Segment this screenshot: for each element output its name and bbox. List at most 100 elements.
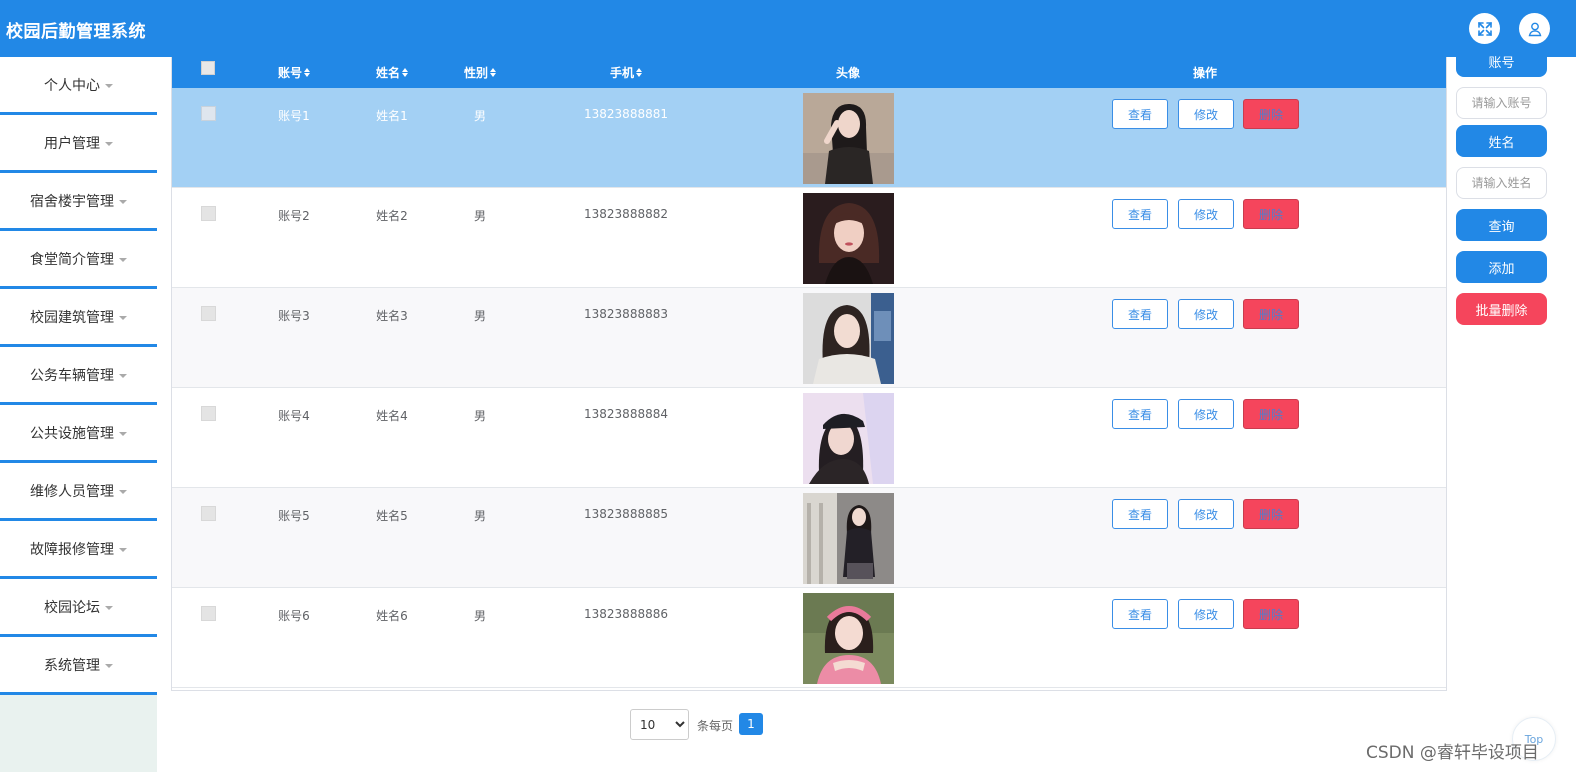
caret-down-icon <box>119 431 127 436</box>
delete-button[interactable]: 删除 <box>1243 499 1299 529</box>
caret-down-icon <box>119 547 127 552</box>
table-row[interactable]: 账号5 姓名5 男 13823888885 查看 修改 删除 <box>172 488 1446 588</box>
edit-button[interactable]: 修改 <box>1178 199 1234 229</box>
edit-button[interactable]: 修改 <box>1178 599 1234 629</box>
sidebar-item-user-management[interactable]: 用户管理 <box>0 115 157 173</box>
cell-name: 姓名5 <box>376 509 408 523</box>
cell-phone: 13823888884 <box>584 407 668 421</box>
table-row[interactable]: 账号1 姓名1 男 13823888881 查看 修改 删除 <box>172 88 1446 188</box>
table-row[interactable]: 账号4 姓名4 男 13823888884 查看 修改 删除 <box>172 388 1446 488</box>
row-checkbox[interactable] <box>201 206 216 221</box>
avatar-image <box>803 593 894 684</box>
sidebar-item-label: 校园建筑管理 <box>30 309 114 326</box>
row-checkbox[interactable] <box>201 606 216 621</box>
caret-down-icon <box>105 141 113 146</box>
view-button[interactable]: 查看 <box>1112 99 1168 129</box>
edit-button[interactable]: 修改 <box>1178 399 1234 429</box>
sidebar-item-campus-forum[interactable]: 校园论坛 <box>0 579 157 637</box>
sidebar-item-label: 故障报修管理 <box>30 541 114 558</box>
user-icon <box>1528 22 1541 36</box>
avatar-image <box>803 193 894 284</box>
sidebar-item-repairman-management[interactable]: 维修人员管理 <box>0 463 157 521</box>
edit-button[interactable]: 修改 <box>1178 99 1234 129</box>
page-size-select[interactable]: 10 <box>630 709 689 740</box>
cell-account: 账号1 <box>278 109 310 123</box>
select-all-checkbox[interactable] <box>201 61 215 75</box>
sidebar-item-canteen-management[interactable]: 食堂简介管理 <box>0 231 157 289</box>
sort-icon <box>402 68 408 77</box>
caret-down-icon <box>119 489 127 494</box>
row-checkbox[interactable] <box>201 506 216 521</box>
table-row[interactable]: 账号2 姓名2 男 13823888882 查看 修改 删除 <box>172 188 1446 288</box>
watermark: CSDN @睿轩毕设项目 <box>1366 743 1539 763</box>
caret-down-icon <box>119 199 127 204</box>
page-number-button[interactable]: 1 <box>739 713 763 735</box>
fullscreen-button[interactable] <box>1469 13 1500 44</box>
sidebar-item-personal-center[interactable]: 个人中心 <box>0 57 157 115</box>
column-header-gender[interactable]: 性别 <box>450 57 510 88</box>
sidebar-item-label: 个人中心 <box>44 77 100 94</box>
column-header-phone[interactable]: 手机 <box>596 57 656 88</box>
view-button[interactable]: 查看 <box>1112 599 1168 629</box>
cell-gender: 男 <box>473 109 487 123</box>
delete-button[interactable]: 删除 <box>1243 299 1299 329</box>
table-header: 账号 姓名 性别 手机 头像 操作 <box>172 57 1446 88</box>
sidebar-item-building-management[interactable]: 校园建筑管理 <box>0 289 157 347</box>
cell-gender: 男 <box>473 409 487 423</box>
sidebar-item-vehicle-management[interactable]: 公务车辆管理 <box>0 347 157 405</box>
view-button[interactable]: 查看 <box>1112 299 1168 329</box>
cell-name: 姓名6 <box>376 609 408 623</box>
batch-delete-button[interactable]: 批量删除 <box>1456 293 1547 325</box>
cell-gender: 男 <box>473 509 487 523</box>
view-button[interactable]: 查看 <box>1112 199 1168 229</box>
delete-button[interactable]: 删除 <box>1243 599 1299 629</box>
caret-down-icon <box>105 663 113 668</box>
cell-name: 姓名4 <box>376 409 408 423</box>
cell-phone: 13823888881 <box>584 107 668 121</box>
edit-button[interactable]: 修改 <box>1178 499 1234 529</box>
avatar-image <box>803 493 894 584</box>
column-header-name[interactable]: 姓名 <box>362 57 422 88</box>
sidebar-item-label: 校园论坛 <box>44 599 100 616</box>
cell-name: 姓名2 <box>376 209 408 223</box>
edit-button[interactable]: 修改 <box>1178 299 1234 329</box>
view-button[interactable]: 查看 <box>1112 499 1168 529</box>
table-row[interactable]: 账号3 姓名3 男 13823888883 查看 修改 删除 <box>172 288 1446 388</box>
column-header-avatar: 头像 <box>835 66 860 80</box>
sidebar-item-dormitory-management[interactable]: 宿舍楼宇管理 <box>0 173 157 231</box>
user-menu-button[interactable] <box>1519 13 1550 44</box>
sidebar-item-label: 公共设施管理 <box>30 425 114 442</box>
caret-down-icon <box>119 373 127 378</box>
column-header-account[interactable]: 账号 <box>264 57 324 88</box>
sort-icon <box>304 68 310 77</box>
cell-phone: 13823888886 <box>584 607 668 621</box>
delete-button[interactable]: 删除 <box>1243 199 1299 229</box>
sort-icon <box>636 68 642 77</box>
account-search-input[interactable] <box>1456 87 1547 119</box>
sidebar-item-facility-management[interactable]: 公共设施管理 <box>0 405 157 463</box>
cell-account: 账号5 <box>278 509 310 523</box>
add-button[interactable]: 添加 <box>1456 251 1547 283</box>
delete-button[interactable]: 删除 <box>1243 399 1299 429</box>
sidebar-item-fault-report-management[interactable]: 故障报修管理 <box>0 521 157 579</box>
table-row[interactable]: 账号6 姓名6 男 13823888886 查看 修改 删除 <box>172 588 1446 688</box>
cell-gender: 男 <box>473 209 487 223</box>
delete-button[interactable]: 删除 <box>1243 99 1299 129</box>
search-button[interactable]: 查询 <box>1456 209 1547 241</box>
cell-phone: 13823888882 <box>584 207 668 221</box>
cell-account: 账号3 <box>278 309 310 323</box>
cell-gender: 男 <box>473 309 487 323</box>
sidebar-item-label: 用户管理 <box>44 135 100 152</box>
row-checkbox[interactable] <box>201 306 216 321</box>
sidebar-item-label: 公务车辆管理 <box>30 367 114 384</box>
sidebar-item-system-management[interactable]: 系统管理 <box>0 637 157 695</box>
cell-gender: 男 <box>473 609 487 623</box>
caret-down-icon <box>119 257 127 262</box>
caret-down-icon <box>105 605 113 610</box>
row-checkbox[interactable] <box>201 106 216 121</box>
row-checkbox[interactable] <box>201 406 216 421</box>
sort-icon <box>490 68 496 77</box>
column-header-actions: 操作 <box>1192 66 1217 80</box>
name-search-input[interactable] <box>1456 167 1547 199</box>
view-button[interactable]: 查看 <box>1112 399 1168 429</box>
